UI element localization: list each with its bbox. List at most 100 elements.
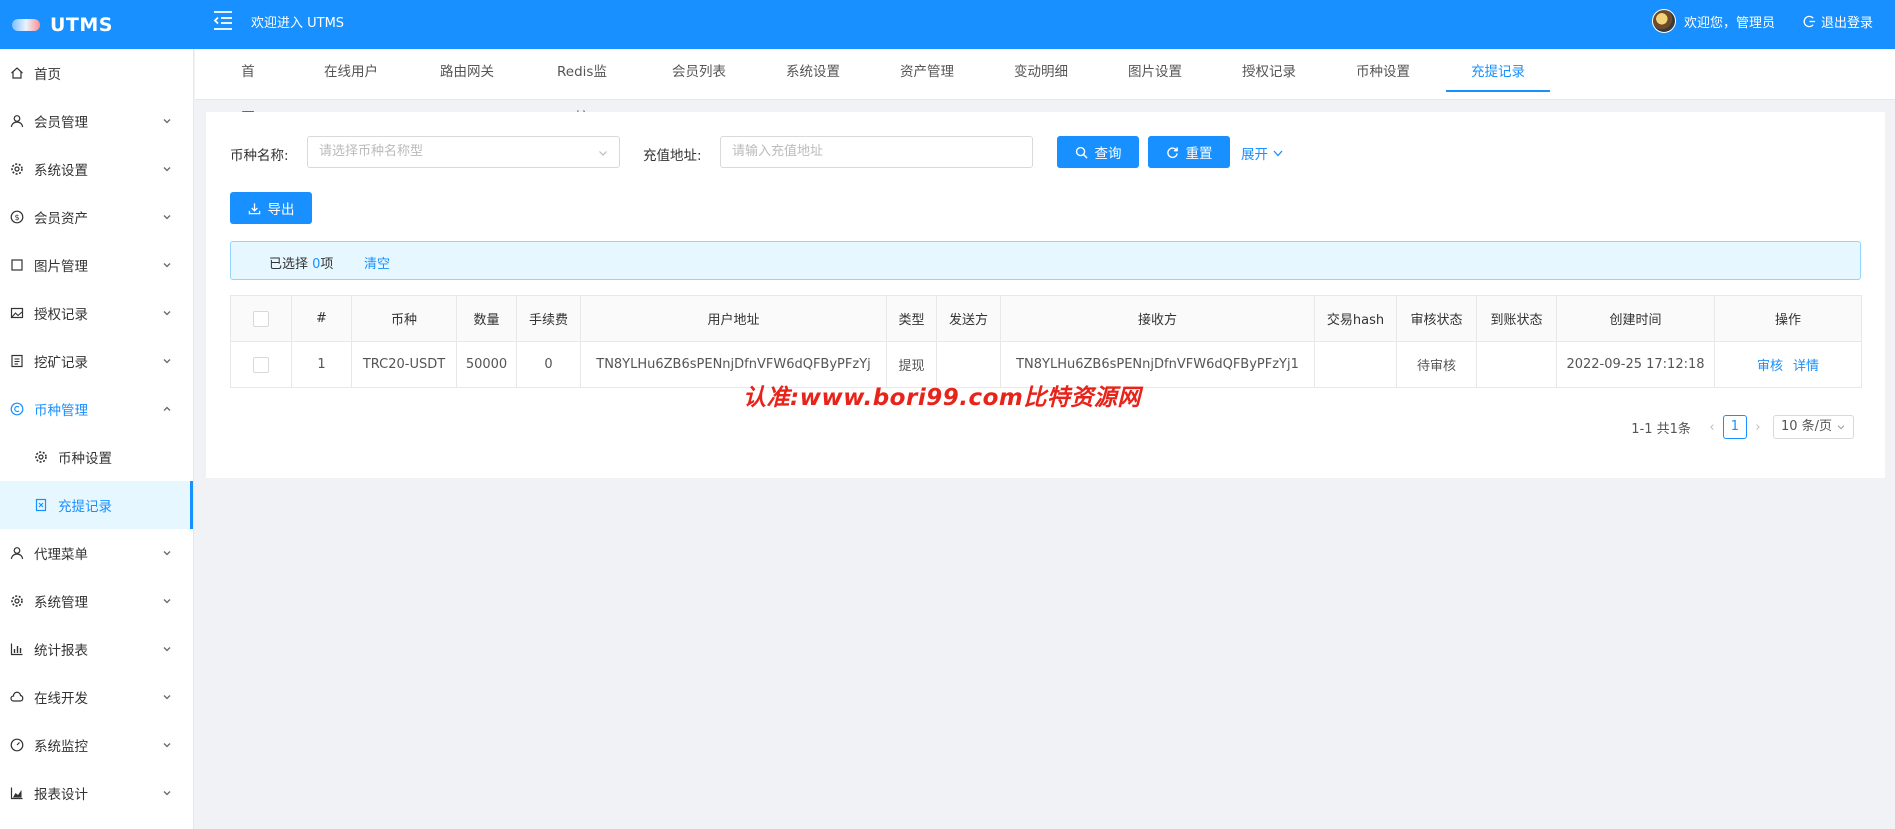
detail-link[interactable]: 详情 (1793, 359, 1819, 374)
page-tabs: 首页 在线用户 路由网关 Redis监控 会员列表 系统设置 资产管理 变动明细… (195, 49, 1895, 126)
sidebar-item-agent-menu[interactable]: 代理菜单 (0, 529, 193, 577)
user-greeting[interactable]: 欢迎您，管理员 (1684, 12, 1775, 31)
avatar[interactable] (1651, 9, 1676, 33)
svg-text:$: $ (14, 213, 19, 222)
copyright-icon (10, 402, 24, 416)
sidebar-item-report-design[interactable]: 报表设计 (0, 769, 193, 817)
welcome-text: 欢迎进入 UTMS (251, 16, 345, 31)
sidebar-item-label: 授权记录 (34, 307, 88, 323)
sidebar-item-coin-management[interactable]: 币种管理 (0, 385, 193, 433)
gear-icon (11, 595, 23, 607)
sidebar-item-system-monitoring[interactable]: 系统监控 (0, 721, 193, 769)
sidebar-item-system-management[interactable]: 系统管理 (0, 577, 193, 625)
tab-asset-management[interactable]: 资产管理 (899, 49, 955, 100)
sidebar-item-member-management[interactable]: 会员管理 (0, 97, 193, 145)
sidebar-item-member-assets[interactable]: $ 会员资产 (0, 193, 193, 241)
watermark-text: 认准:www.bori99.com比特资源网 (743, 385, 1141, 411)
selection-alert: 已选择 0项 清空 (230, 241, 1861, 280)
chevron-down-icon (163, 743, 171, 748)
sidebar-item-image-management[interactable]: 图片管理 (0, 241, 193, 289)
sidebar-item-mining-records[interactable]: 挖矿记录 (0, 337, 193, 385)
cell-fee: 0 (516, 341, 581, 388)
tab-coin-settings[interactable]: 币种设置 (1355, 49, 1411, 100)
chevron-down-icon (163, 263, 171, 268)
row-checkbox[interactable] (253, 356, 269, 373)
tab-deposit-withdraw-records[interactable]: 充提记录 (1446, 49, 1550, 100)
content-card: 币种名称: 请选择币种名称型 充值地址: 请输入充值地址 查询 重置 展开 导出… (206, 112, 1885, 478)
chevron-down-icon (1837, 425, 1845, 430)
column-header: 类型 (886, 295, 937, 342)
logo[interactable]: UTMS (12, 0, 113, 49)
address-label: 充值地址: (643, 148, 702, 164)
tab-redis-monitor[interactable]: Redis监控 (551, 49, 613, 126)
tab-auth-records[interactable]: 授权记录 (1241, 49, 1297, 100)
column-header: 交易hash (1314, 295, 1397, 342)
reset-button[interactable]: 重置 (1148, 136, 1230, 168)
sidebar-item-label: 统计报表 (34, 643, 88, 659)
tab-change-details[interactable]: 变动明细 (1013, 49, 1069, 100)
bar-chart-icon (10, 643, 23, 656)
tab-route-gateway[interactable]: 路由网关 (439, 49, 495, 100)
sidebar-item-label: 币种管理 (34, 403, 88, 419)
logout-label[interactable]: 退出登录 (1821, 12, 1873, 31)
clear-selection-link[interactable]: 清空 (364, 253, 390, 272)
records-table: # 币种 数量 手续费 用户地址 类型 发送方 接收方 交易hash 审核状态 … (230, 295, 1862, 388)
tab-member-list[interactable]: 会员列表 (671, 49, 727, 100)
next-page-icon[interactable]: › (1751, 420, 1765, 435)
expand-link[interactable]: 展开 (1241, 143, 1284, 163)
export-button[interactable]: 导出 (230, 192, 312, 224)
select-all-checkbox[interactable] (253, 310, 269, 327)
sidebar-item-home[interactable]: 首页 (0, 49, 193, 97)
column-header: 发送方 (936, 295, 1001, 342)
sidebar-item-label: 挖矿记录 (34, 355, 88, 371)
tab-online-users[interactable]: 在线用户 (323, 49, 379, 100)
cell-amount: 50000 (456, 341, 517, 388)
chevron-up-icon (163, 406, 171, 411)
sidebar-item-deposit-withdraw-records[interactable]: 充提记录 (0, 481, 193, 529)
audit-link[interactable]: 审核 (1757, 359, 1783, 374)
cell-tx-hash (1314, 341, 1397, 388)
tab-home[interactable]: 首页 (235, 49, 261, 126)
expand-label: 展开 (1241, 147, 1268, 163)
chevron-down-icon (1273, 150, 1283, 157)
sidebar-item-label: 会员管理 (34, 115, 88, 131)
address-input[interactable]: 请输入充值地址 (720, 136, 1033, 168)
sidebar-item-label: 在线开发 (34, 691, 88, 707)
address-placeholder: 请输入充值地址 (732, 144, 824, 159)
column-header: 创建时间 (1556, 295, 1715, 342)
page-size-select[interactable]: 10 条/页 (1772, 415, 1854, 439)
column-header: 手续费 (516, 295, 581, 342)
menu-fold-icon[interactable] (212, 9, 234, 31)
coin-name-select[interactable]: 请选择币种名称型 (307, 136, 620, 168)
download-icon (248, 202, 260, 214)
user-menu[interactable]: 欢迎您，管理员 (1651, 9, 1775, 33)
top-header: UTMS 欢迎进入 UTMS 欢迎您，管理员 退出登录 (0, 0, 1895, 49)
sidebar-item-system-settings[interactable]: 系统设置 (0, 145, 193, 193)
logout-button[interactable]: 退出登录 (1803, 12, 1873, 31)
sidebar-item-coin-settings[interactable]: 币种设置 (0, 433, 193, 481)
user-icon (10, 115, 24, 128)
sidebar-item-label: 首页 (34, 67, 61, 83)
prev-page-icon[interactable]: ‹ (1705, 420, 1719, 435)
query-button[interactable]: 查询 (1057, 136, 1139, 168)
column-header: 操作 (1714, 295, 1862, 342)
tab-image-settings[interactable]: 图片设置 (1127, 49, 1183, 100)
logout-icon (1803, 15, 1816, 28)
page-number-button[interactable]: 1 (1722, 415, 1747, 439)
dashboard-icon (10, 738, 24, 752)
column-header: 审核状态 (1396, 295, 1477, 342)
page-size-value: 10 条/页 (1780, 419, 1832, 434)
sidebar-item-statistics-reports[interactable]: 统计报表 (0, 625, 193, 673)
chevron-down-icon (163, 791, 171, 796)
sidebar-item-online-development[interactable]: 在线开发 (0, 673, 193, 721)
image-icon (10, 307, 24, 319)
sidebar-item-label: 系统管理 (34, 595, 88, 611)
sidebar-item-auth-records[interactable]: 授权记录 (0, 289, 193, 337)
pagination: 1-1 共1条 ‹ 1 › 10 条/页 (1631, 415, 1854, 439)
sidebar-item-label: 币种设置 (58, 451, 112, 467)
tab-system-settings[interactable]: 系统设置 (785, 49, 841, 100)
search-icon (1075, 146, 1088, 159)
cloud-icon (10, 691, 24, 702)
cell-created-time: 2022-09-25 17:12:18 (1556, 341, 1715, 388)
row-select-cell (230, 341, 292, 388)
